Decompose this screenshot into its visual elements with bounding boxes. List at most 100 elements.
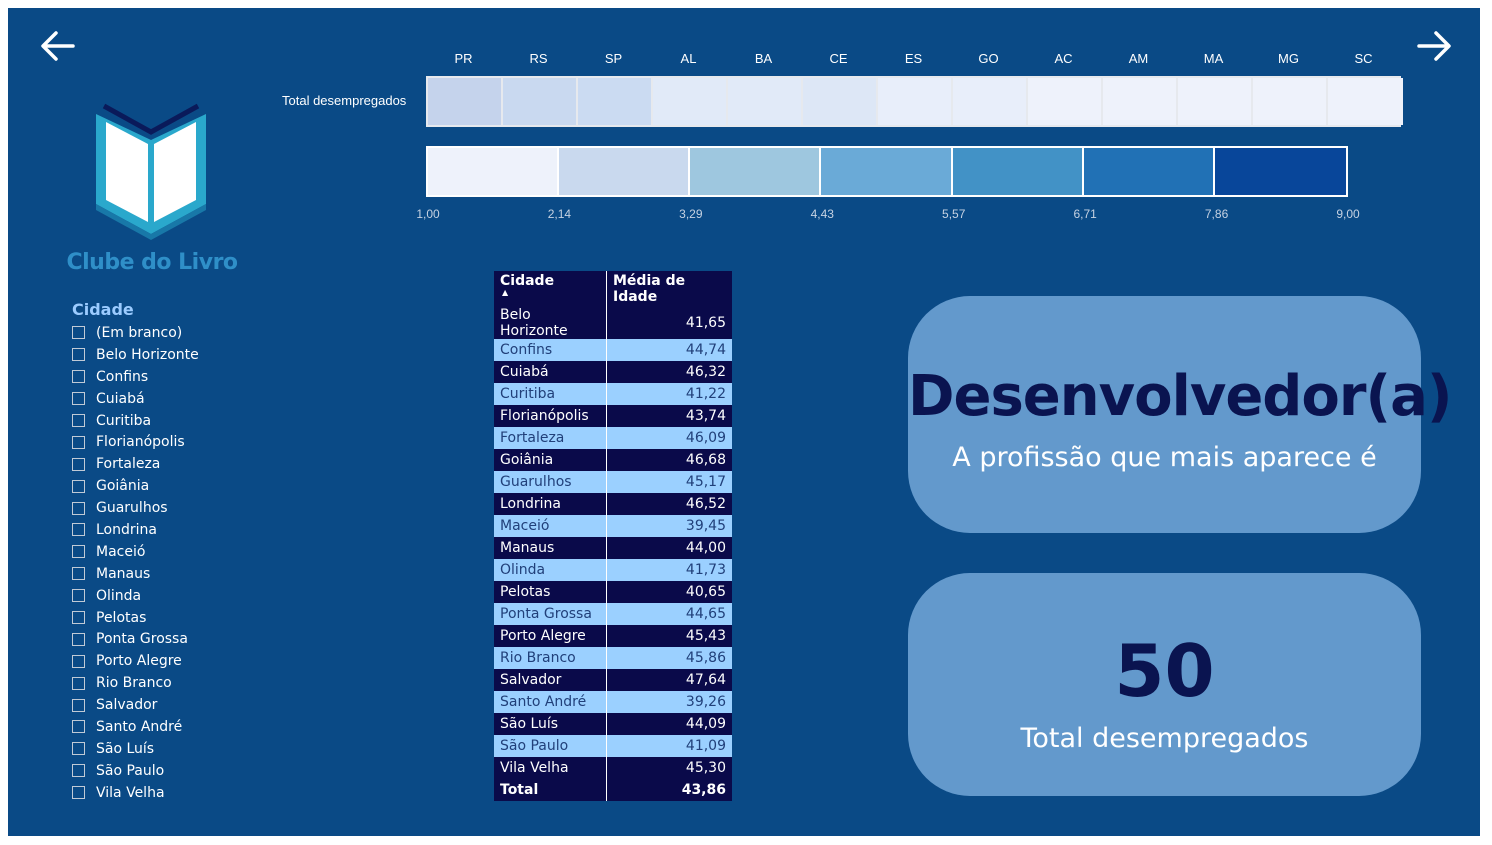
checkbox[interactable]: [72, 742, 85, 756]
table-row[interactable]: Santo André 39,26: [494, 691, 732, 713]
table-row[interactable]: Curitiba 41,22: [494, 383, 732, 405]
table-row[interactable]: São Luís 44,09: [494, 713, 732, 735]
table-row[interactable]: Guarulhos 45,17: [494, 471, 732, 493]
checkbox[interactable]: [72, 501, 85, 515]
slicer-item[interactable]: Maceió: [72, 541, 372, 563]
table-row[interactable]: Salvador 47,64: [494, 669, 732, 691]
table-row[interactable]: Rio Branco 45,86: [494, 647, 732, 669]
slicer-item[interactable]: (Em branco): [72, 322, 372, 344]
checkbox[interactable]: [72, 764, 85, 778]
cell-average-age: 44,09: [606, 713, 732, 735]
checkbox[interactable]: [72, 457, 85, 471]
slicer-item[interactable]: Rio Branco: [72, 672, 372, 694]
back-arrow-icon[interactable]: [38, 26, 78, 66]
slicer-item[interactable]: Salvador: [72, 694, 372, 716]
table-row[interactable]: São Paulo 41,09: [494, 735, 732, 757]
slicer-item[interactable]: São Luís: [72, 738, 372, 760]
checkbox[interactable]: [72, 698, 85, 712]
checkbox[interactable]: [72, 523, 85, 537]
checkbox[interactable]: [72, 589, 85, 603]
cell-average-age: 45,17: [606, 471, 732, 493]
heatmap-cell-am[interactable]: [1103, 78, 1178, 125]
legend-swatch: [428, 148, 560, 195]
heatmap-column-ac: AC: [1054, 51, 1073, 66]
slicer-item[interactable]: Ponta Grossa: [72, 628, 372, 650]
table-row[interactable]: Vila Velha 45,30: [494, 757, 732, 779]
slicer-item[interactable]: Guarulhos: [72, 497, 372, 519]
heatmap-cell-pr[interactable]: [428, 78, 503, 125]
heatmap-cell-ba[interactable]: [728, 78, 803, 125]
color-scale-legend: [426, 146, 1348, 197]
slicer-item[interactable]: Cuiabá: [72, 388, 372, 410]
table-row[interactable]: Fortaleza 46,09: [494, 427, 732, 449]
slicer-item[interactable]: Porto Alegre: [72, 650, 372, 672]
checkbox[interactable]: [72, 392, 85, 406]
slicer-item[interactable]: Fortaleza: [72, 453, 372, 475]
heatmap-cell-ce[interactable]: [803, 78, 878, 125]
table-row[interactable]: Florianópolis 43,74: [494, 405, 732, 427]
heatmap-cell-ma[interactable]: [1178, 78, 1253, 125]
column-header-city[interactable]: Cidade ▲: [494, 271, 607, 307]
table-row[interactable]: Porto Alegre 45,43: [494, 625, 732, 647]
table-row[interactable]: Londrina 46,52: [494, 493, 732, 515]
cell-average-age: 45,30: [606, 757, 732, 779]
table-row[interactable]: Maceió 39,45: [494, 515, 732, 537]
column-header-age[interactable]: Média de Idade: [606, 271, 732, 307]
heatmap-cell-mg[interactable]: [1253, 78, 1328, 125]
table-row[interactable]: Goiânia 46,68: [494, 449, 732, 471]
slicer-item[interactable]: Belo Horizonte: [72, 344, 372, 366]
checkbox[interactable]: [72, 567, 85, 581]
checkbox[interactable]: [72, 720, 85, 734]
legend-tick-label: 1,00: [416, 207, 440, 221]
heatmap-row-label: Total desempregados: [282, 93, 407, 108]
checkbox[interactable]: [72, 435, 85, 449]
checkbox[interactable]: [72, 370, 85, 384]
heatmap-cell-sp[interactable]: [578, 78, 653, 125]
checkbox[interactable]: [72, 654, 85, 668]
forward-arrow-icon[interactable]: [1414, 26, 1454, 66]
heatmap-cell-go[interactable]: [953, 78, 1028, 125]
checkbox[interactable]: [72, 676, 85, 690]
table-row[interactable]: Cuiabá 46,32: [494, 361, 732, 383]
cell-city: Belo Horizonte: [494, 307, 607, 339]
table-row[interactable]: Belo Horizonte 41,65: [494, 307, 732, 339]
slicer-item[interactable]: Florianópolis: [72, 431, 372, 453]
table-row[interactable]: Olinda 41,73: [494, 559, 732, 581]
checkbox[interactable]: [72, 632, 85, 646]
total-unemployed-value: 50: [1114, 629, 1215, 713]
heatmap-column-al: AL: [680, 51, 697, 66]
table-row[interactable]: Ponta Grossa 44,65: [494, 603, 732, 625]
table-row[interactable]: Manaus 44,00: [494, 537, 732, 559]
slicer-item[interactable]: Londrina: [72, 519, 372, 541]
checkbox[interactable]: [72, 326, 85, 340]
checkbox[interactable]: [72, 348, 85, 362]
slicer-item[interactable]: São Paulo: [72, 760, 372, 782]
checkbox[interactable]: [72, 611, 85, 625]
slicer-item[interactable]: Curitiba: [72, 410, 372, 432]
table-row[interactable]: Confins 44,74: [494, 339, 732, 361]
checkbox[interactable]: [72, 786, 85, 800]
heatmap-cell-rs[interactable]: [503, 78, 578, 125]
heatmap-cell-es[interactable]: [878, 78, 953, 125]
slicer-item[interactable]: Vila Velha: [72, 782, 372, 804]
slicer-item[interactable]: Manaus: [72, 563, 372, 585]
slicer-item[interactable]: Pelotas: [72, 607, 372, 629]
legend-swatch: [821, 148, 953, 195]
checkbox[interactable]: [72, 545, 85, 559]
slicer-item[interactable]: Santo André: [72, 716, 372, 738]
slicer-item[interactable]: Confins: [72, 366, 372, 388]
slicer-item-label: (Em branco): [96, 324, 183, 341]
slicer-item[interactable]: Goiânia: [72, 475, 372, 497]
checkbox[interactable]: [72, 414, 85, 427]
open-book-icon: [90, 100, 212, 240]
table-row[interactable]: Pelotas 40,65: [494, 581, 732, 603]
heatmap-cell-sc[interactable]: [1328, 78, 1403, 125]
heatmap-cell-ac[interactable]: [1028, 78, 1103, 125]
column-header-city-label: Cidade: [500, 273, 555, 289]
cell-city: Salvador: [494, 669, 607, 691]
heatmap-cell-al[interactable]: [653, 78, 728, 125]
checkbox[interactable]: [72, 479, 85, 493]
slicer-item[interactable]: Olinda: [72, 585, 372, 607]
report-canvas: Clube do Livro Total desempregados PR RS S…: [8, 8, 1480, 836]
heatmap-column-ma: MA: [1203, 51, 1224, 66]
